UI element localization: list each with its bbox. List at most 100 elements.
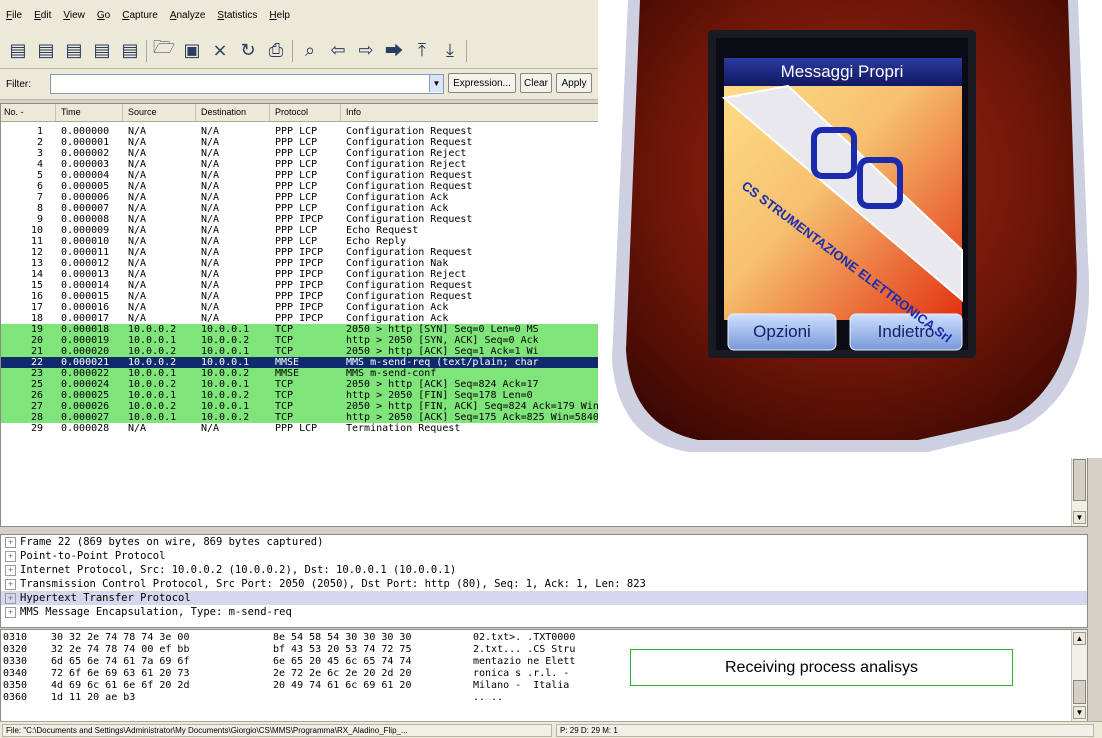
packet-source: N/A xyxy=(128,203,147,214)
start-capture-icon[interactable]: ▤ xyxy=(62,38,86,62)
packet-no: 11 xyxy=(30,236,43,247)
packet-source: 10.0.0.1 xyxy=(128,412,177,423)
scroll-up-arrow-icon[interactable]: ▲ xyxy=(1073,632,1086,645)
packet-time: 0.000012 xyxy=(61,258,110,269)
reload-icon[interactable]: ↻ xyxy=(236,38,260,62)
menu-go[interactable]: Go xyxy=(97,10,110,21)
detail-tree-item[interactable]: + Frame 22 (869 bytes on wire, 869 bytes … xyxy=(1,535,1087,549)
packet-no: 12 xyxy=(30,247,43,258)
packet-info: Configuration Request xyxy=(346,126,473,137)
scroll-down-arrow-icon[interactable]: ▼ xyxy=(1073,511,1086,524)
column-time[interactable]: Time xyxy=(61,107,81,117)
packet-info: Configuration Ack xyxy=(346,313,449,324)
menu-capture[interactable]: Capture xyxy=(122,10,158,21)
detail-tree-item[interactable]: + MMS Message Encapsulation, Type: m-send… xyxy=(1,605,1087,619)
packet-no: 5 xyxy=(36,170,43,181)
packet-time: 0.000017 xyxy=(61,313,110,324)
packet-protocol: TCP xyxy=(275,324,294,335)
packet-no: 14 xyxy=(30,269,43,280)
expression-button[interactable]: Expression... xyxy=(448,73,516,93)
packet-no: 28 xyxy=(30,412,43,423)
packet-protocol: PPP LCP xyxy=(275,203,318,214)
expand-icon[interactable]: + xyxy=(5,565,16,576)
packet-no: 16 xyxy=(30,291,43,302)
phone-softkey-right[interactable]: Indietro xyxy=(860,322,952,342)
expand-icon[interactable]: + xyxy=(5,607,16,618)
capture-options-icon[interactable]: ▤ xyxy=(34,38,58,62)
phone-softkey-left[interactable]: Opzioni xyxy=(738,322,826,342)
packet-protocol: PPP LCP xyxy=(275,423,318,434)
detail-tree-item[interactable]: + Hypertext Transfer Protocol xyxy=(1,591,1087,605)
menu-statistics[interactable]: Statistics xyxy=(217,10,257,21)
packet-time: 0.000026 xyxy=(61,401,110,412)
column-no[interactable]: No. - xyxy=(4,107,24,117)
scroll-thumb[interactable] xyxy=(1073,680,1086,704)
detail-tree-item[interactable]: + Transmission Control Protocol, Src Port… xyxy=(1,577,1087,591)
packet-no: 22 xyxy=(30,357,43,368)
scroll-down-arrow-icon[interactable]: ▼ xyxy=(1073,706,1086,719)
hex-row: 0360 1d 11 20 ae b3 .. .. xyxy=(3,692,1089,704)
column-destination[interactable]: Destination xyxy=(201,107,246,117)
packet-source: N/A xyxy=(128,236,147,247)
packet-info: Configuration Nak xyxy=(346,258,449,269)
bytes-scrollbar[interactable]: ▲ ▼ xyxy=(1071,630,1087,721)
menu-edit[interactable]: Edit xyxy=(34,10,51,21)
menu-help[interactable]: Help xyxy=(269,10,290,21)
packet-time: 0.000001 xyxy=(61,137,110,148)
clear-button[interactable]: Clear xyxy=(520,73,552,93)
status-file: File: "C:\Documents and Settings\Adminis… xyxy=(2,724,552,737)
packet-no: 26 xyxy=(30,390,43,401)
packet-destination: 10.0.0.1 xyxy=(201,401,250,412)
expand-icon[interactable]: + xyxy=(5,593,16,604)
expand-icon[interactable]: + xyxy=(5,537,16,548)
hex-bytes: 6d 65 6e 74 61 7a 69 6f xyxy=(51,656,190,667)
go-forward-icon[interactable]: ⇨ xyxy=(354,38,378,62)
detail-tree-item[interactable]: + Internet Protocol, Src: 10.0.0.2 (10.0.… xyxy=(1,563,1087,577)
menu-view[interactable]: View xyxy=(63,10,85,21)
packet-info: Configuration Request xyxy=(346,280,473,291)
packet-source: N/A xyxy=(128,291,147,302)
last-packet-icon[interactable]: ⤓ xyxy=(438,38,462,62)
print-icon[interactable]: ⎙ xyxy=(264,38,288,62)
close-icon[interactable]: × xyxy=(208,38,232,62)
go-to-packet-icon[interactable]: ⮕ xyxy=(382,38,406,62)
column-protocol[interactable]: Protocol xyxy=(275,107,308,117)
column-info[interactable]: Info xyxy=(346,107,361,117)
detail-tree-item[interactable]: + Point-to-Point Protocol xyxy=(1,549,1087,563)
expand-icon[interactable]: + xyxy=(5,551,16,562)
packet-protocol: PPP IPCP xyxy=(275,247,324,258)
interfaces-icon[interactable]: ▤ xyxy=(6,38,30,62)
packet-destination: N/A xyxy=(201,236,220,247)
packet-time: 0.000024 xyxy=(61,379,110,390)
caption-callout: Receiving process analisys xyxy=(630,649,1013,686)
apply-button[interactable]: Apply xyxy=(556,73,592,93)
packet-destination: 10.0.0.2 xyxy=(201,390,250,401)
packet-time: 0.000018 xyxy=(61,324,110,335)
hex-bytes: 32 2e 74 78 74 00 ef bb xyxy=(51,644,190,655)
go-back-icon[interactable]: ⇦ xyxy=(326,38,350,62)
packet-info: Configuration Request xyxy=(346,170,473,181)
menu-file[interactable]: File xyxy=(6,10,22,21)
scroll-thumb[interactable] xyxy=(1073,459,1086,501)
first-packet-icon[interactable]: ⤒ xyxy=(410,38,434,62)
filter-input[interactable] xyxy=(50,74,444,94)
packet-info: Termination Request xyxy=(346,423,461,434)
packet-time: 0.000006 xyxy=(61,192,110,203)
filter-dropdown-arrow-icon[interactable]: ▼ xyxy=(429,75,443,92)
packet-no: 8 xyxy=(36,203,43,214)
menu-analyze[interactable]: Analyze xyxy=(170,10,206,21)
packet-time: 0.000004 xyxy=(61,170,110,181)
packet-source: 10.0.0.2 xyxy=(128,379,177,390)
packet-protocol: TCP xyxy=(275,390,294,401)
expand-icon[interactable]: + xyxy=(5,579,16,590)
column-source[interactable]: Source xyxy=(128,107,157,117)
stop-capture-icon[interactable]: ▤ xyxy=(90,38,114,62)
save-icon[interactable]: ▣ xyxy=(180,38,204,62)
packet-destination: N/A xyxy=(201,313,220,324)
open-folder-icon[interactable]: 🗁 xyxy=(152,37,176,62)
packet-protocol: PPP IPCP xyxy=(275,280,324,291)
restart-capture-icon[interactable]: ▤ xyxy=(118,38,142,62)
find-icon[interactable]: ⌕ xyxy=(298,38,322,62)
packet-info: Configuration Request xyxy=(346,137,473,148)
hex-bytes: bf 43 53 20 53 74 72 75 xyxy=(273,644,412,655)
